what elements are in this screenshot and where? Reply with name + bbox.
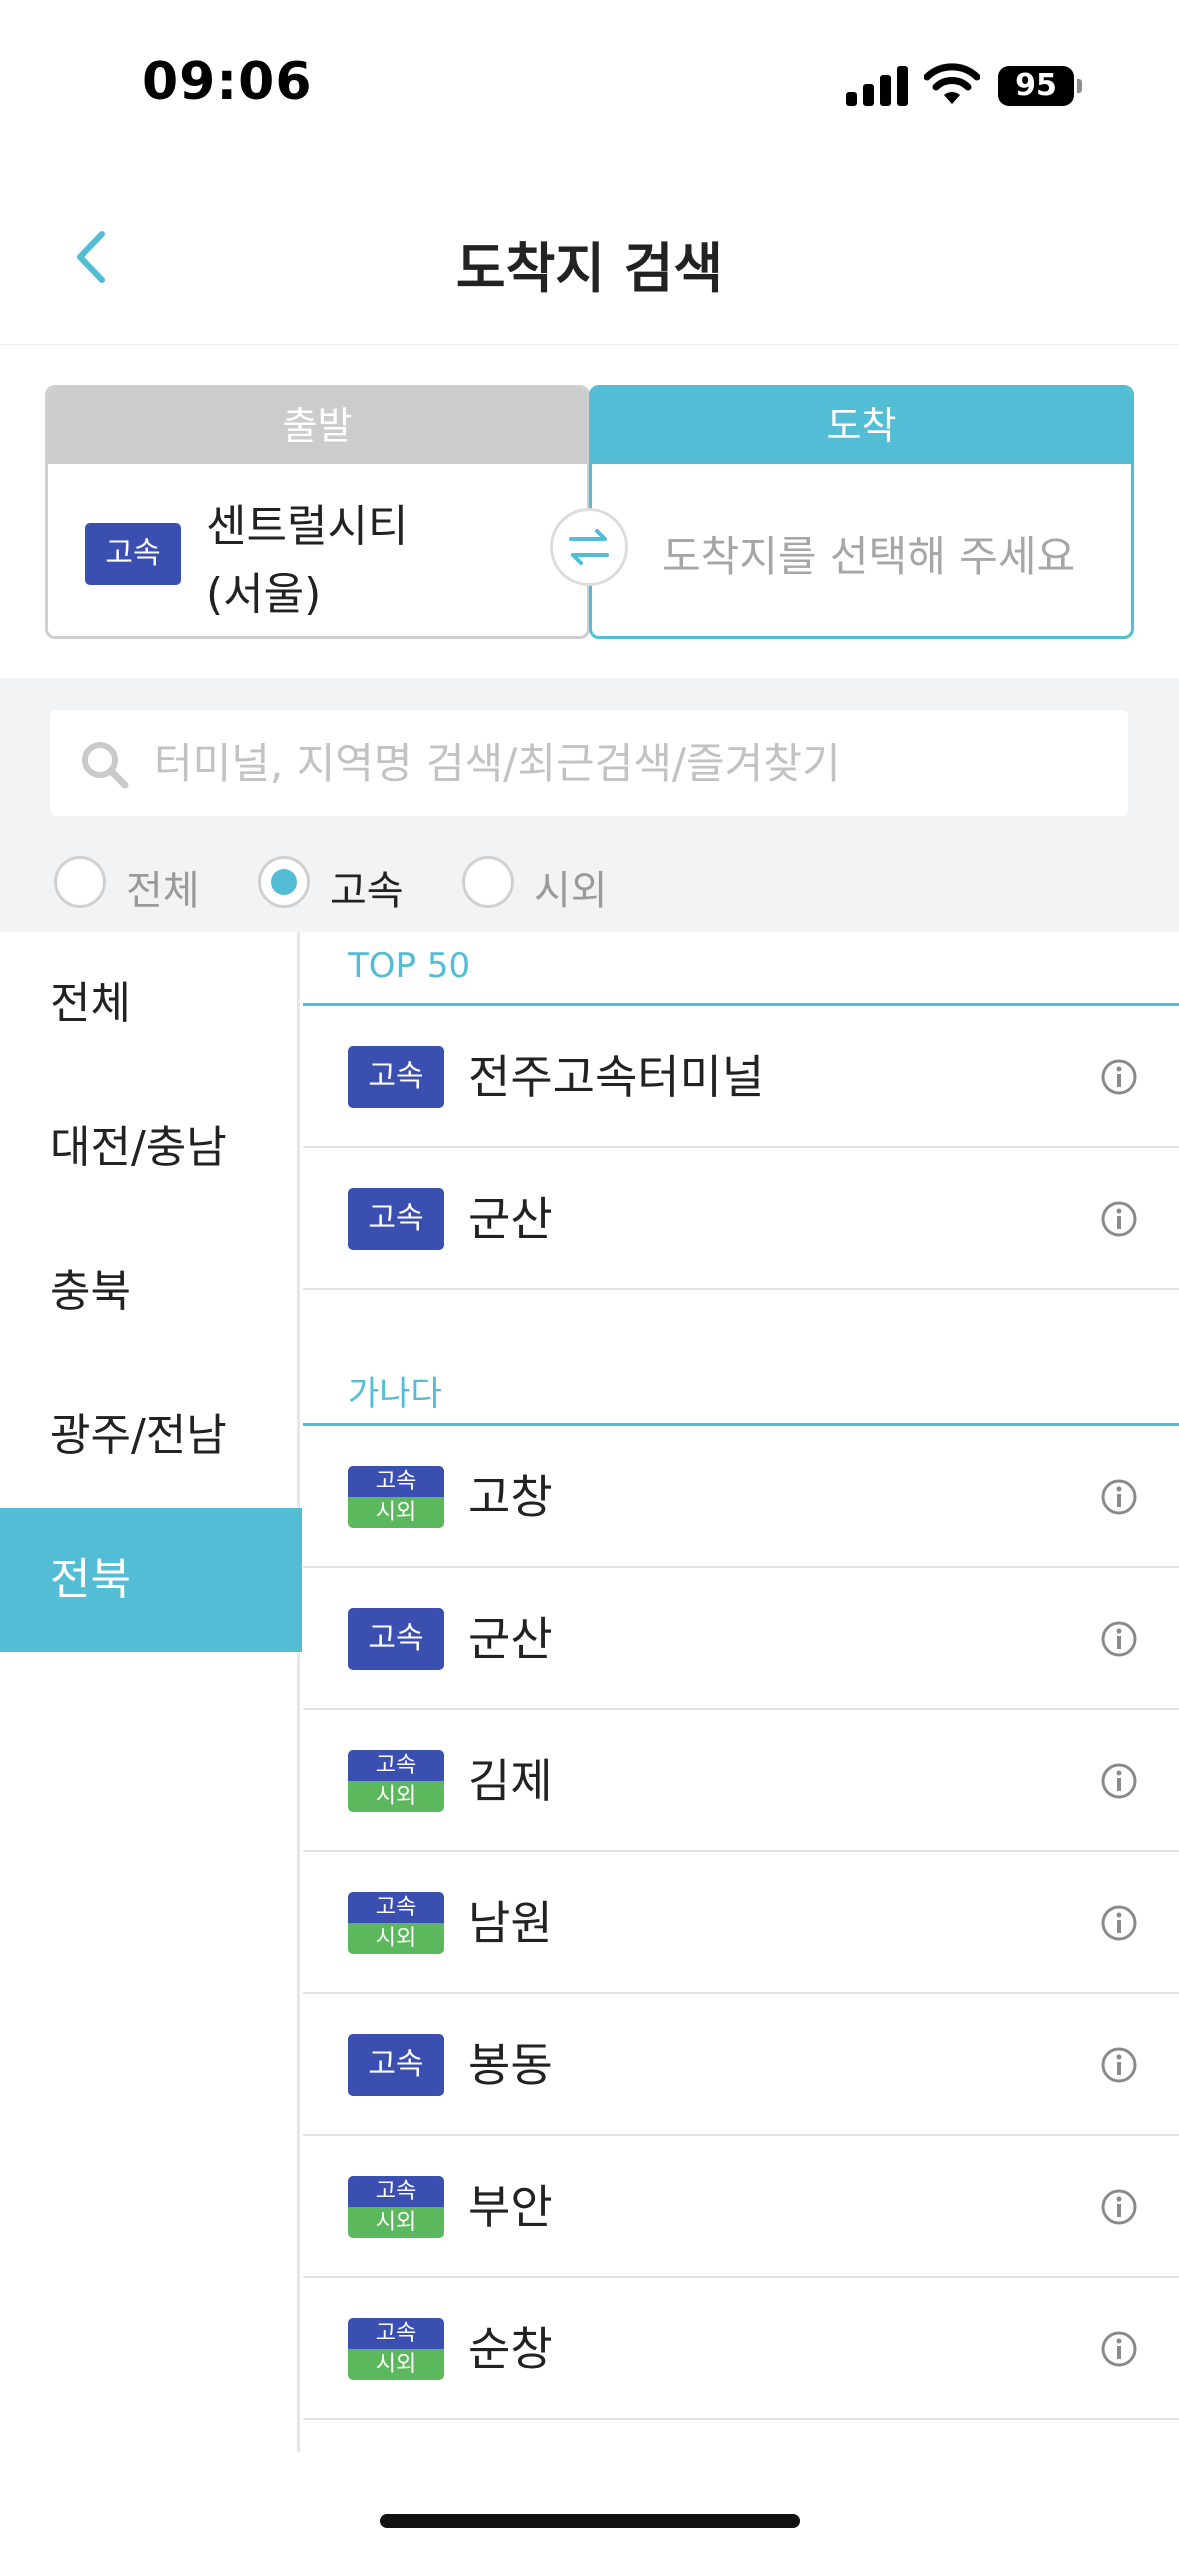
terminal-name: 봉동 <box>468 2038 553 2092</box>
battery-tip <box>1077 79 1082 93</box>
express-intercity-badge: 고속 시외 <box>348 1892 444 1954</box>
departure-label: 출발 <box>48 388 587 464</box>
terminal-list: TOP 50 고속 전주고속터미널 고속 군산 가나다 고속 시외 고창 고속 군… <box>303 932 1179 2452</box>
departure-terminal-line: (서울) <box>206 569 322 620</box>
page-title: 도착지 검색 <box>455 237 724 300</box>
terminal-name: 고창 <box>468 1470 553 1524</box>
badge-express-part: 고속 <box>348 1466 444 1497</box>
info-icon[interactable] <box>1100 1200 1138 1238</box>
terminal-row[interactable]: 고속 봉동 <box>303 1994 1179 2136</box>
badge-intercity-part: 시외 <box>348 2207 444 2238</box>
express-intercity-badge: 고속 시외 <box>348 2318 444 2380</box>
section-title: 가나다 <box>348 1374 442 1414</box>
info-icon[interactable] <box>1100 2330 1138 2368</box>
region-item-all[interactable]: 전체 <box>0 932 300 1076</box>
home-indicator <box>380 2514 800 2528</box>
info-icon[interactable] <box>1100 1904 1138 1942</box>
region-sidebar: 전체 대전/충남 충북 광주/전남 전북 <box>0 932 302 2452</box>
status-bar: 09:06 95 <box>0 0 1179 170</box>
nav-header: 도착지 검색 <box>0 170 1179 344</box>
departure-terminal-line: 센트럴시티 <box>206 501 409 552</box>
badge-express-part: 고속 <box>348 2176 444 2207</box>
filter-label: 전체 <box>126 868 200 914</box>
arrival-card[interactable]: 도착 도착지를 선택해 주세요 <box>589 385 1134 639</box>
swap-button[interactable] <box>550 508 628 586</box>
departure-terminal-name: 센트럴시티 (서울) <box>206 493 566 629</box>
express-badge: 고속 <box>348 2034 444 2096</box>
info-icon[interactable] <box>1100 2188 1138 2226</box>
radio-checked-icon <box>258 856 310 908</box>
terminal-row[interactable]: 고속 시외 부안 <box>303 2136 1179 2278</box>
express-intercity-badge: 고속 시외 <box>348 1750 444 1812</box>
terminal-name: 순창 <box>468 2322 553 2376</box>
info-icon[interactable] <box>1100 1620 1138 1658</box>
search-box[interactable] <box>50 710 1128 816</box>
section-header-alphabetical: 가나다 <box>303 1352 1179 1426</box>
terminal-row[interactable]: 고속 시외 김제 <box>303 1710 1179 1852</box>
wifi-icon <box>924 63 980 104</box>
terminal-name: 부안 <box>468 2180 553 2234</box>
info-icon[interactable] <box>1100 2046 1138 2084</box>
radio-unchecked-icon <box>462 856 514 908</box>
terminal-row[interactable]: 고속 군산 <box>303 1148 1179 1290</box>
region-item-chungbuk[interactable]: 충북 <box>0 1220 300 1364</box>
express-badge: 고속 <box>348 1046 444 1108</box>
battery-icon: 95 <box>998 66 1074 106</box>
arrival-label: 도착 <box>592 388 1131 464</box>
express-intercity-badge: 고속 시외 <box>348 1466 444 1528</box>
express-badge: 고속 <box>85 523 181 585</box>
terminal-name: 남원 <box>468 1896 553 1950</box>
arrival-placeholder: 도착지를 선택해 주세요 <box>662 532 1076 581</box>
region-item-gwangju-jeonnam[interactable]: 광주/전남 <box>0 1364 300 1508</box>
search-area: 전체 고속 시외 <box>0 678 1179 932</box>
filter-intercity-radio[interactable]: 시외 <box>462 854 622 914</box>
terminal-name: 김제 <box>468 1754 553 1808</box>
region-item-jeonbuk[interactable]: 전북 <box>0 1508 302 1652</box>
badge-intercity-part: 시외 <box>348 1923 444 1954</box>
swap-arrows-icon <box>569 529 609 565</box>
express-badge: 고속 <box>348 1608 444 1670</box>
search-input[interactable] <box>154 710 1104 816</box>
badge-intercity-part: 시외 <box>348 2349 444 2380</box>
section-title: TOP 50 <box>348 946 471 986</box>
badge-express-part: 고속 <box>348 1750 444 1781</box>
badge-intercity-part: 시외 <box>348 1497 444 1528</box>
filter-express-radio[interactable]: 고속 <box>258 854 418 914</box>
region-item-daejeon-chungnam[interactable]: 대전/충남 <box>0 1076 300 1220</box>
filter-label: 고속 <box>330 868 404 914</box>
section-header-top50: TOP 50 <box>303 932 1179 1006</box>
badge-express-part: 고속 <box>348 1892 444 1923</box>
terminal-row[interactable]: 고속 시외 고창 <box>303 1426 1179 1568</box>
terminal-row[interactable]: 고속 군산 <box>303 1568 1179 1710</box>
info-icon[interactable] <box>1100 1478 1138 1516</box>
filter-all-radio[interactable]: 전체 <box>54 854 214 914</box>
terminal-name: 군산 <box>468 1192 553 1246</box>
status-time: 09:06 <box>142 52 313 112</box>
terminal-row[interactable]: 고속 시외 남원 <box>303 1852 1179 1994</box>
info-icon[interactable] <box>1100 1058 1138 1096</box>
terminal-row[interactable]: 고속 전주고속터미널 <box>303 1006 1179 1148</box>
terminal-row[interactable]: 고속 시외 순창 <box>303 2278 1179 2420</box>
badge-express-part: 고속 <box>348 2318 444 2349</box>
radio-unchecked-icon <box>54 856 106 908</box>
filter-label: 시외 <box>534 868 608 914</box>
terminal-name: 군산 <box>468 1612 553 1666</box>
express-badge: 고속 <box>348 1188 444 1250</box>
express-intercity-badge: 고속 시외 <box>348 2176 444 2238</box>
badge-intercity-part: 시외 <box>348 1781 444 1812</box>
info-icon[interactable] <box>1100 1762 1138 1800</box>
search-icon <box>82 742 129 789</box>
departure-card[interactable]: 출발 고속 센트럴시티 (서울) <box>45 385 590 639</box>
terminal-name: 전주고속터미널 <box>468 1050 765 1104</box>
cellular-signal-icon <box>846 64 910 106</box>
